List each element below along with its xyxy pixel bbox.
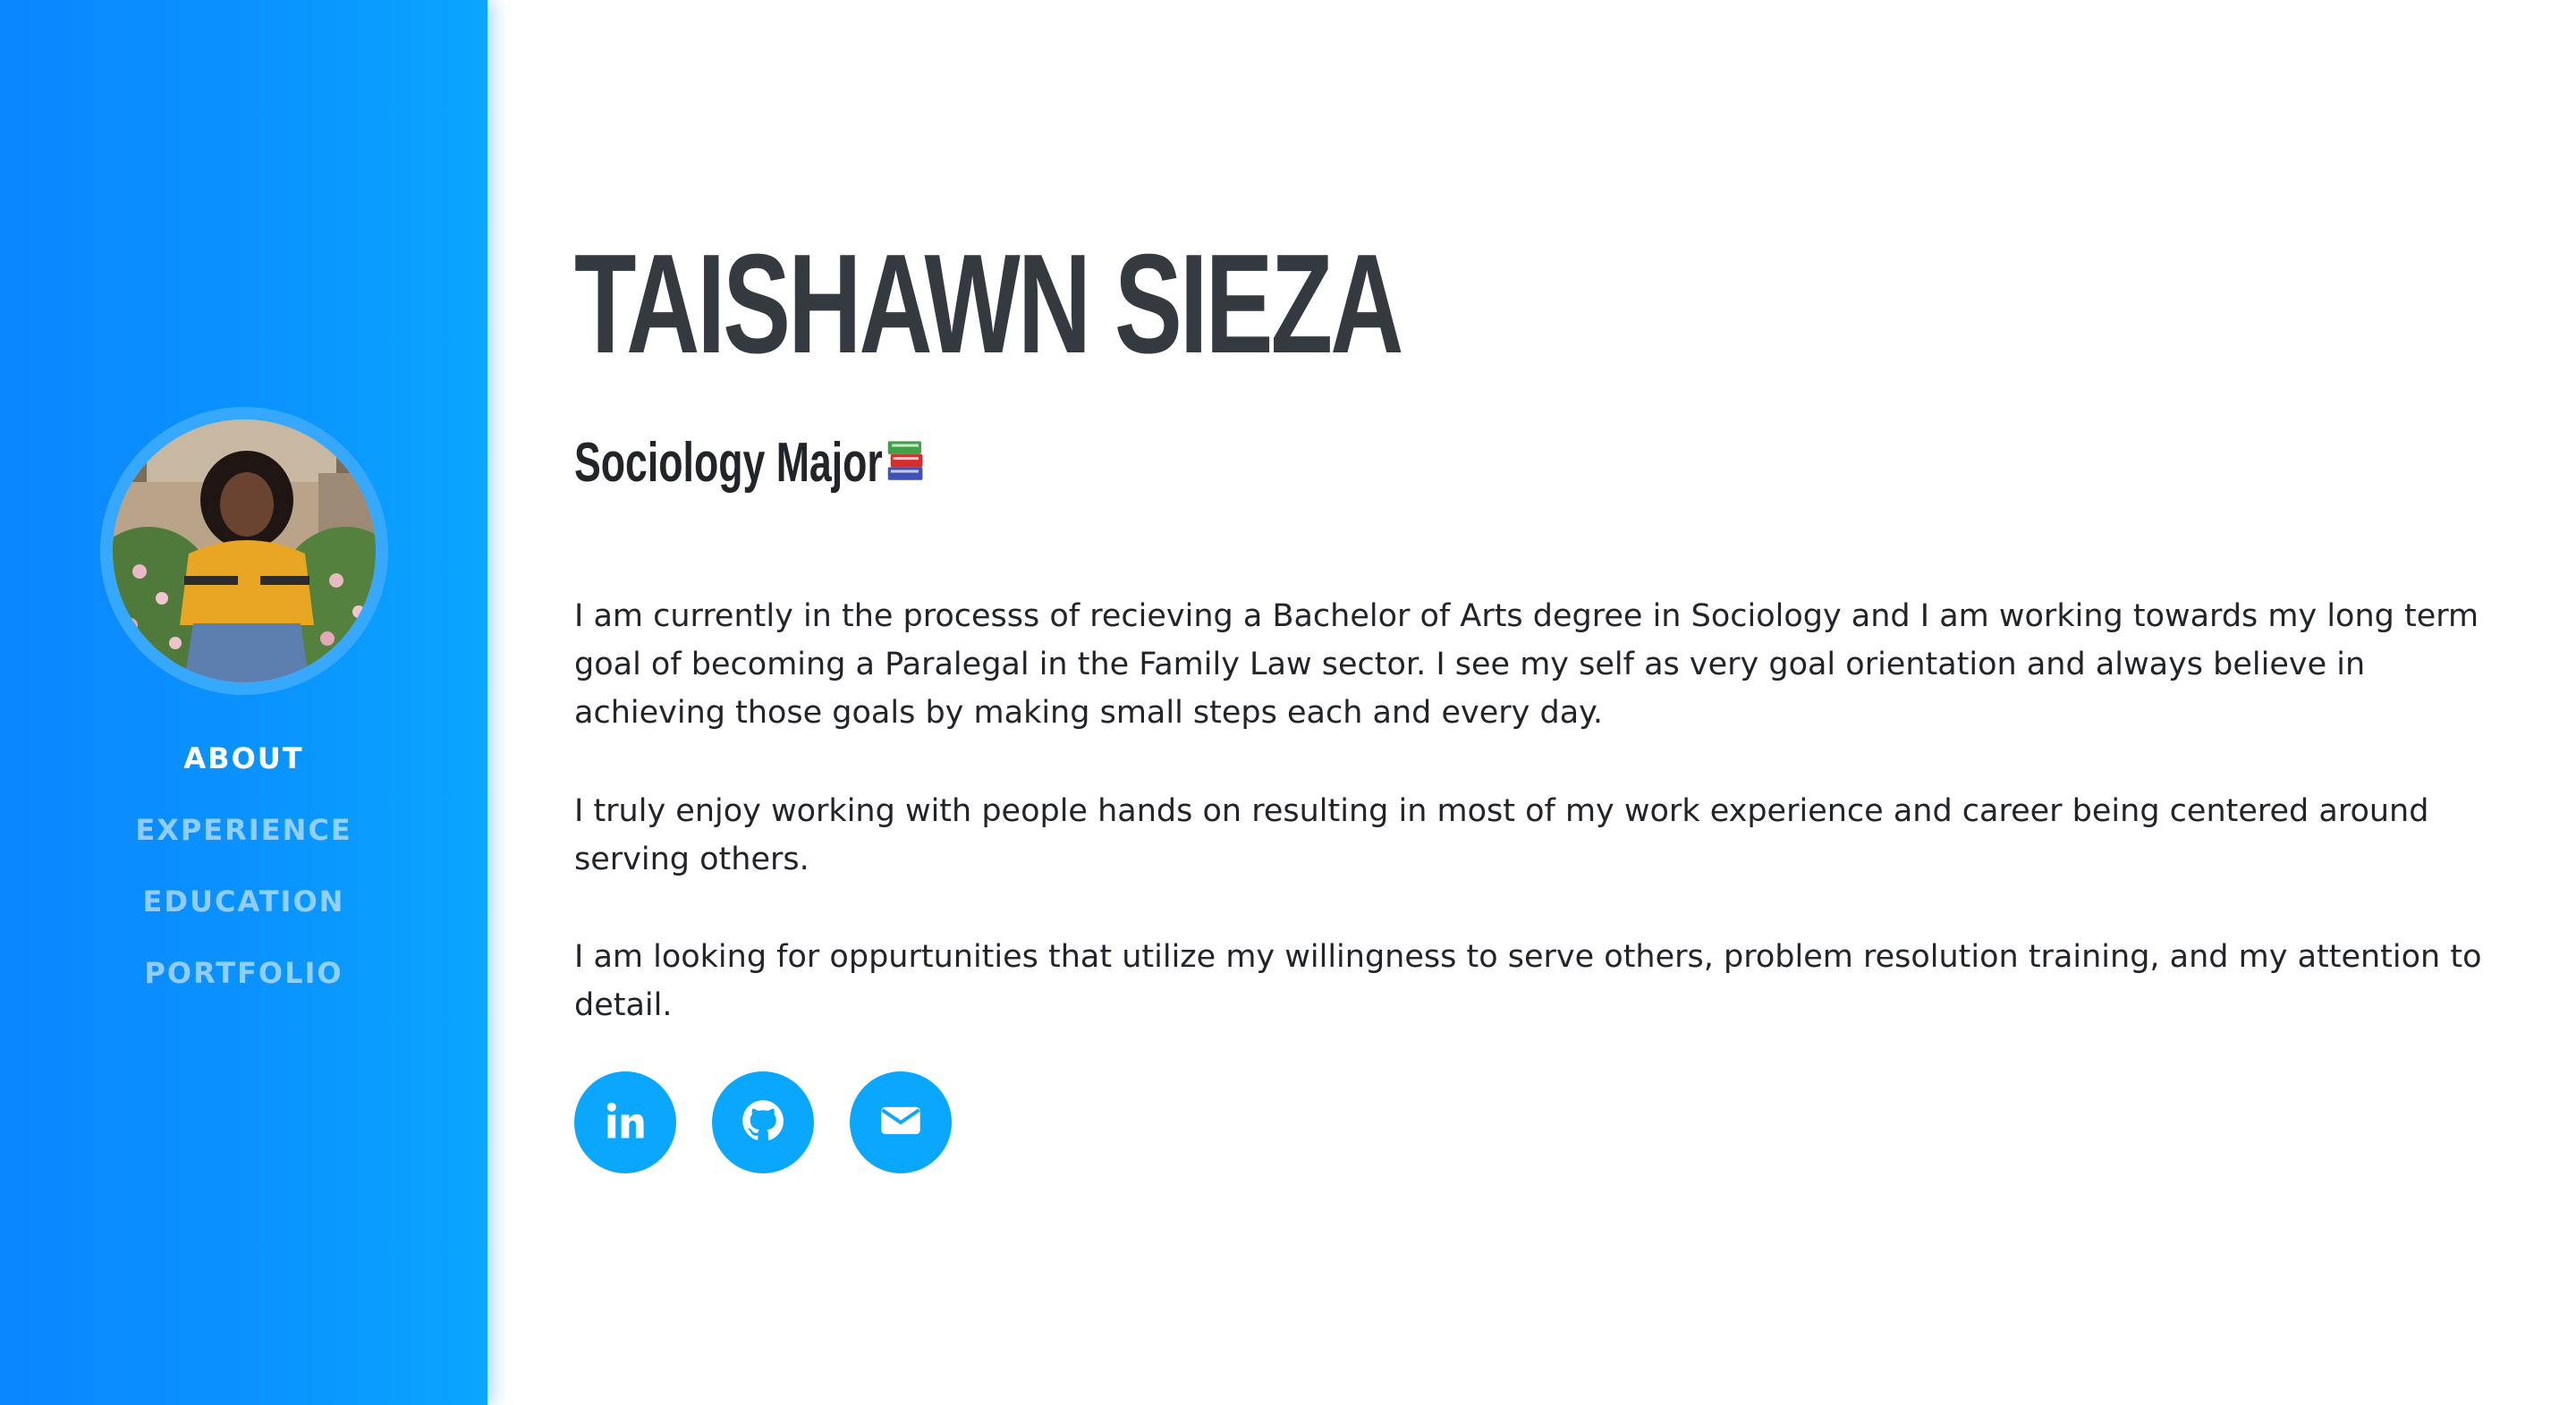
linkedin-button[interactable] <box>574 1071 676 1173</box>
nav-item-education[interactable]: EDUCATION <box>0 876 487 948</box>
about-paragraph-1: I am currently in the processs of reciev… <box>574 598 2479 731</box>
about-paragraph-3: I am looking for oppurtunities that util… <box>574 939 2482 1023</box>
github-icon <box>740 1097 786 1147</box>
books-icon <box>886 430 926 504</box>
sidebar: ABOUT EXPERIENCE EDUCATION PORTFOLIO <box>0 0 487 1405</box>
avatar <box>100 407 388 695</box>
nav-item-about[interactable]: ABOUT <box>0 733 487 805</box>
about-paragraph-2: I truly enjoy working with people hands … <box>574 793 2429 877</box>
avatar-photo <box>113 419 376 682</box>
envelope-icon <box>877 1097 924 1147</box>
nav-item-experience[interactable]: EXPERIENCE <box>0 805 487 876</box>
email-button[interactable] <box>850 1071 952 1173</box>
nav-item-portfolio[interactable]: PORTFOLIO <box>0 948 487 1020</box>
subtitle: Sociology Major <box>574 427 925 504</box>
page-title: TAISHAWN SIEZA <box>574 225 1403 383</box>
sidebar-nav: ABOUT EXPERIENCE EDUCATION PORTFOLIO <box>0 733 487 1020</box>
social-links <box>574 1071 952 1173</box>
subtitle-text: Sociology Major <box>574 432 883 494</box>
page: ABOUT EXPERIENCE EDUCATION PORTFOLIO TAI… <box>0 0 2576 1405</box>
linkedin-icon <box>602 1097 648 1147</box>
github-button[interactable] <box>712 1071 814 1173</box>
